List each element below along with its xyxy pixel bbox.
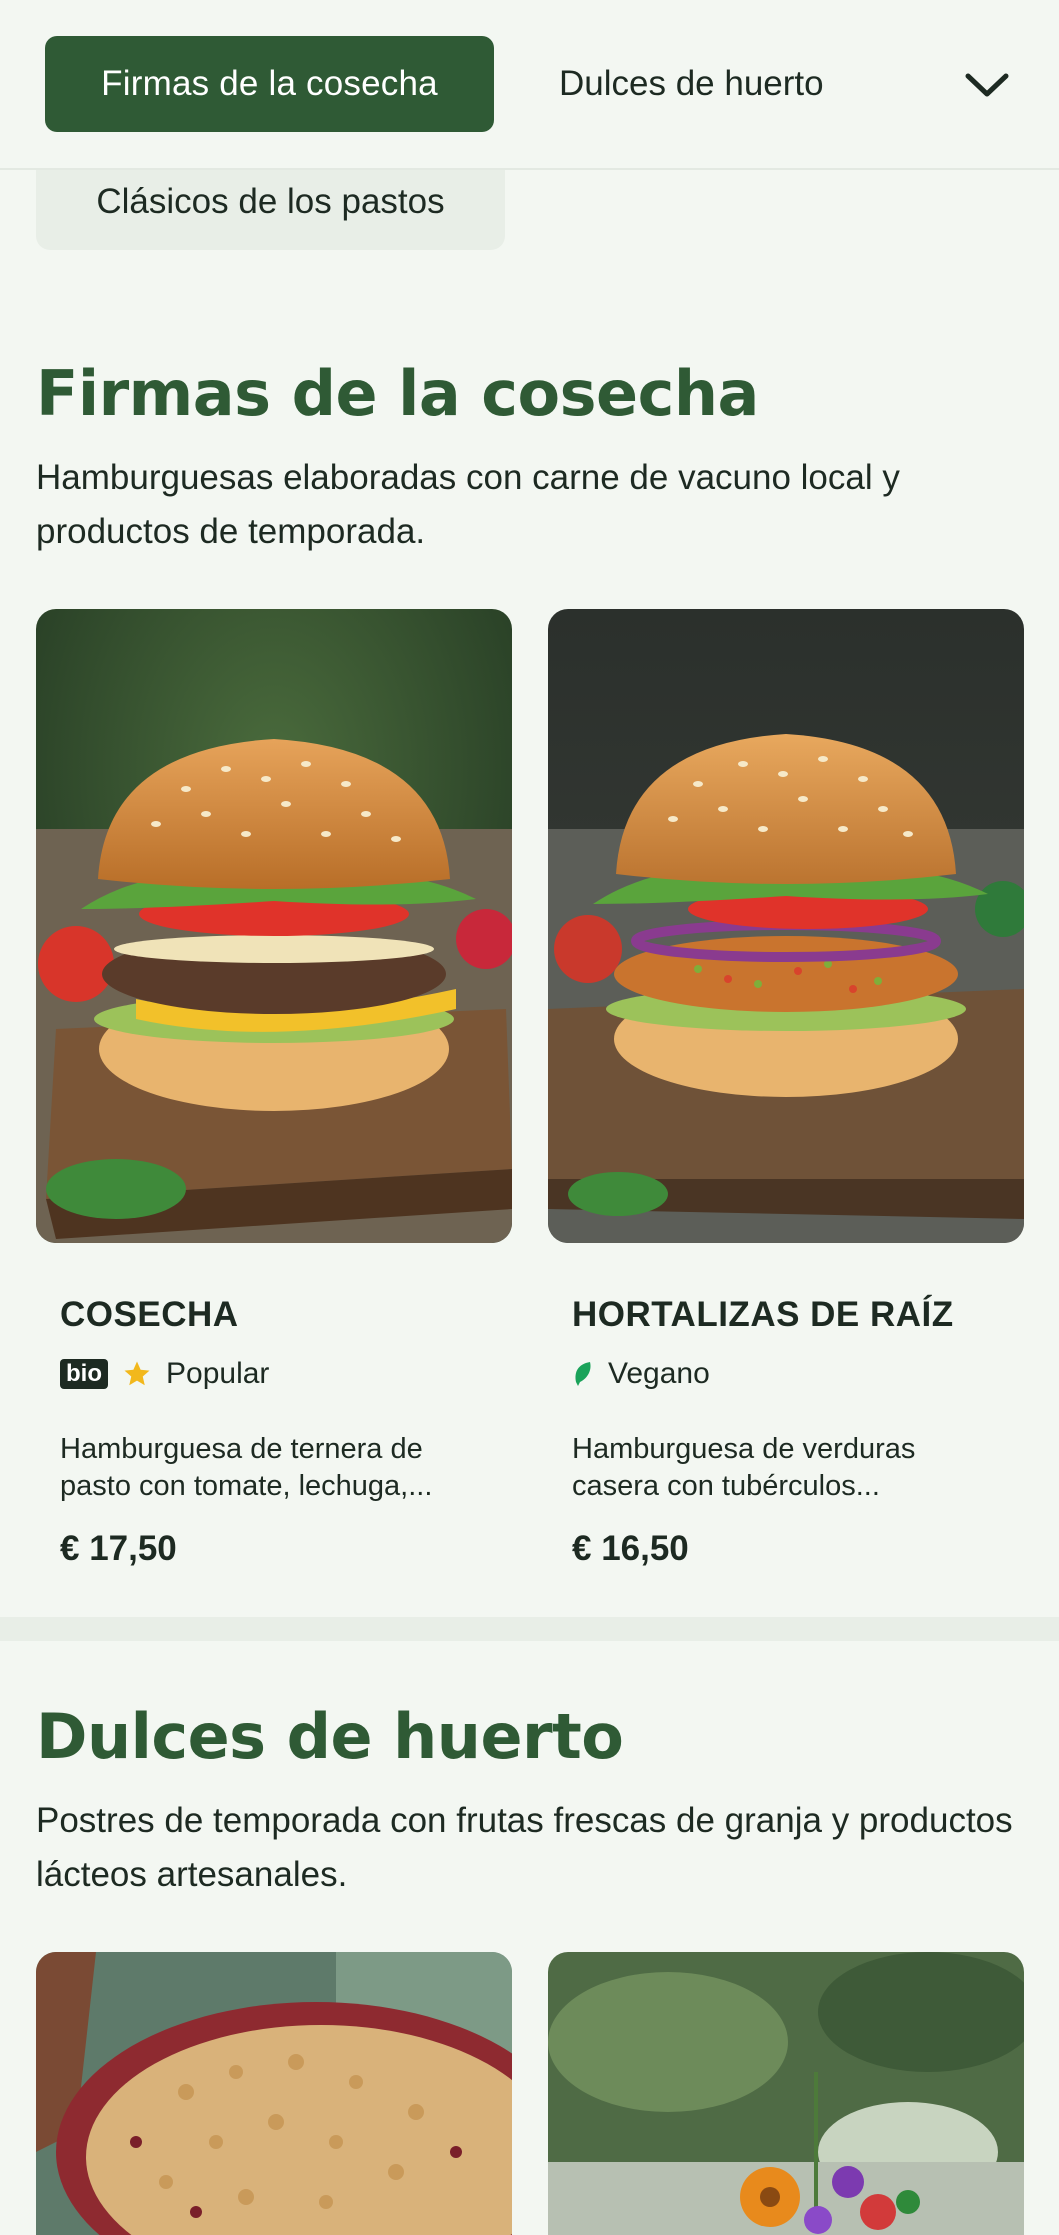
burger-photo <box>36 609 512 1243</box>
section-description-firmas: Hamburguesas elaboradas con carne de vac… <box>36 458 900 551</box>
tab-dulces-de-huerto[interactable]: Dulces de huerto <box>559 36 879 132</box>
vegan-label: Vegano <box>608 1357 710 1390</box>
menu-item-card-dessert-1[interactable] <box>36 1952 512 2235</box>
section-title-firmas: Firmas de la cosecha <box>36 357 759 430</box>
leaf-icon <box>572 1360 594 1388</box>
menu-item-name: HORTALIZAS DE RAÍZ <box>572 1295 954 1334</box>
menu-item-name: COSECHA <box>60 1295 239 1334</box>
badge-row: Vegano <box>572 1356 710 1392</box>
section-title-dulces: Dulces de huerto <box>36 1700 624 1773</box>
crumble-photo <box>36 1952 512 2235</box>
tab-firmas-de-la-cosecha[interactable]: Firmas de la cosecha <box>45 36 494 132</box>
menu-item-description: Hamburguesa de verduras casera con tubér… <box>572 1433 916 1502</box>
section-description-dulces: Postres de temporada con frutas frescas … <box>36 1801 1013 1894</box>
veggie-burger-photo <box>548 609 1024 1243</box>
badge-row: bio Popular <box>60 1356 269 1392</box>
star-icon <box>122 1359 152 1389</box>
section-divider <box>0 1617 1059 1641</box>
flowers-photo <box>548 1952 1024 2235</box>
popular-label: Popular <box>166 1357 270 1390</box>
chevron-down-icon[interactable] <box>960 58 1014 112</box>
category-nav: Firmas de la cosecha Dulces de huerto <box>0 0 1059 170</box>
bio-badge: bio <box>60 1359 108 1389</box>
menu-item-card-dessert-2[interactable] <box>548 1952 1024 2235</box>
menu-item-price: € 17,50 <box>60 1529 177 1568</box>
menu-item-description: Hamburguesa de ternera de pasto con toma… <box>60 1433 433 1502</box>
menu-item-price: € 16,50 <box>572 1529 689 1568</box>
